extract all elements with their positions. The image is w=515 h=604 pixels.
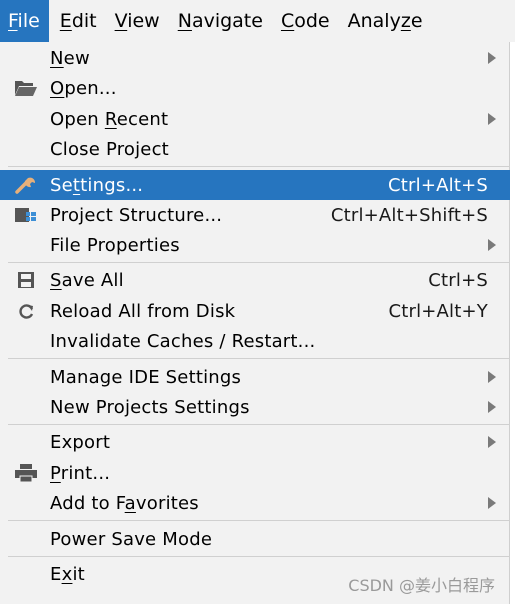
menu-item-power-save-mode[interactable]: Power Save Mode [0,524,510,554]
menu-item-export[interactable]: Export [0,427,510,457]
submenu-arrow-icon [488,239,496,251]
menu-item-close-project[interactable]: Close Project [0,134,510,164]
menu-item-label: Invalidate Caches / Restart... [50,330,316,352]
menu-item-shortcut: Ctrl+Alt+Y [388,300,488,322]
menu-edit[interactable]: Edit [53,0,104,42]
menu-item-open-recent[interactable]: Open Recent [0,104,510,134]
menu-navigate-label: Navigate [177,10,263,32]
menu-item-shortcut: Ctrl+Alt+S [388,174,488,196]
menu-item-label: Power Save Mode [50,528,213,550]
submenu-arrow-icon [488,401,496,413]
menu-item-shortcut: Ctrl+S [428,269,488,291]
menu-item-label: Reload All from Disk [50,300,236,322]
wrench-icon [14,175,38,195]
menu-file[interactable]: File [0,0,49,42]
menu-item-new-projects-settings[interactable]: New Projects Settings [0,392,510,422]
menu-item-label: Print... [50,462,111,484]
menu-separator [8,556,510,557]
menu-edit-label: Edit [59,10,97,32]
menu-view-label: View [114,10,160,32]
menu-separator [8,358,510,359]
menu-item-new[interactable]: New [0,43,510,73]
menu-item-label: New [50,47,90,69]
project-structure-icon [14,205,38,225]
menu-separator [8,166,510,167]
menu-code[interactable]: Code [274,0,337,42]
menu-item-label: Save All [50,269,124,291]
menu-item-invalidate-caches[interactable]: Invalidate Caches / Restart... [0,326,510,356]
menu-item-label: Manage IDE Settings [50,366,242,388]
menu-separator [8,262,510,263]
menu-item-project-structure[interactable]: Project Structure... Ctrl+Alt+Shift+S [0,200,510,230]
menu-item-label: Close Project [50,138,169,160]
submenu-arrow-icon [488,497,496,509]
submenu-arrow-icon [488,52,496,64]
menu-item-label: Export [50,431,111,453]
menu-item-file-properties[interactable]: File Properties [0,230,510,260]
save-icon [14,270,38,290]
menu-separator [8,520,510,521]
menu-code-label: Code [280,10,330,32]
menu-file-label: File [8,10,40,32]
menu-view[interactable]: View [108,0,167,42]
menu-item-label: Settings... [50,174,144,196]
menu-analyze[interactable]: Analyze [341,0,430,42]
menu-item-label: Open... [50,77,117,99]
menu-item-save-all[interactable]: Save All Ctrl+S [0,265,510,295]
menu-item-label: New Projects Settings [50,396,250,418]
submenu-arrow-icon [488,371,496,383]
menu-item-settings[interactable]: Settings... Ctrl+Alt+S [0,170,510,200]
menu-item-label: Open Recent [50,108,169,130]
menu-navigate[interactable]: Navigate [171,0,270,42]
folder-open-icon [14,78,38,98]
menu-item-print[interactable]: Print... [0,458,510,488]
menu-item-open[interactable]: Open... [0,73,510,103]
menu-item-label: Exit [50,563,85,585]
file-menu-dropdown: New Open... Open Recent Close Project Se… [0,42,510,604]
menu-item-reload-all[interactable]: Reload All from Disk Ctrl+Alt+Y [0,296,510,326]
menu-item-label: Project Structure... [50,204,223,226]
menu-item-add-to-favorites[interactable]: Add to Favorites [0,488,510,518]
menu-item-label: File Properties [50,234,180,256]
menu-bar: File Edit View Navigate Code Analyze [0,0,515,42]
menu-item-label: Add to Favorites [50,492,199,514]
reload-icon [14,301,38,321]
menu-separator [8,424,510,425]
watermark: CSDN @姜小白程序 [348,576,495,595]
menu-item-manage-ide-settings[interactable]: Manage IDE Settings [0,362,510,392]
printer-icon [14,463,38,483]
submenu-arrow-icon [488,436,496,448]
menu-item-shortcut: Ctrl+Alt+Shift+S [330,204,488,226]
submenu-arrow-icon [488,113,496,125]
menu-analyze-label: Analyze [347,10,423,32]
